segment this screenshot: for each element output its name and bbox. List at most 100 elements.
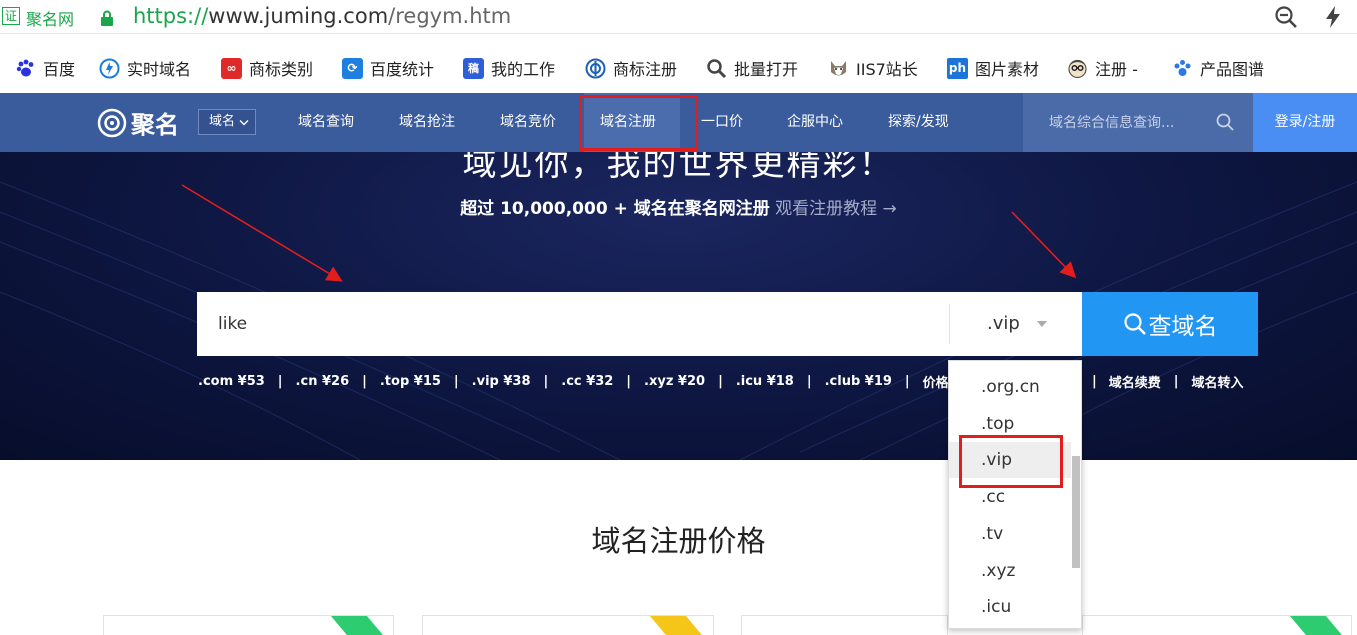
tld-dropdown: .org.cn .top .vip .cc .tv .xyz .icu: [948, 360, 1082, 629]
tld-option[interactable]: .tv: [949, 516, 1071, 552]
hero-subtitle-stat: 超过 10,000,000 + 域名在聚名网注册: [460, 199, 770, 219]
tld-option[interactable]: .cc: [949, 479, 1071, 515]
glasses-face-icon: [1068, 59, 1087, 78]
nav-domain-snatch[interactable]: 域名抢注: [399, 93, 455, 152]
nav-search: [1023, 93, 1253, 152]
bookmark-register[interactable]: 注册 -: [1067, 56, 1138, 80]
price-card[interactable]: [103, 615, 394, 635]
bookmark-baidu[interactable]: 百度: [15, 56, 75, 80]
lightning-icon[interactable]: [1323, 5, 1343, 29]
search-icon: [1123, 313, 1146, 335]
tld-price-list: .com ¥53 | .cn ¥26 | .top ¥15 | .vip ¥38 | .…: [198, 373, 962, 391]
bookmark-label: 百度: [43, 60, 76, 79]
domain-renew-link[interactable]: 域名续费: [1109, 372, 1161, 391]
search-domain-button[interactable]: 查域名: [1082, 292, 1258, 356]
tld-option[interactable]: .xyz: [949, 553, 1071, 589]
search-type-value: 域名: [209, 114, 236, 129]
tld-option[interactable]: .org.cn: [949, 369, 1071, 405]
tld-price-link[interactable]: .cc ¥32: [561, 374, 613, 389]
bookmark-product-map[interactable]: 产品图谱: [1172, 56, 1264, 80]
tld-select-value: .vip: [987, 313, 1020, 334]
url-scheme: https://: [133, 4, 209, 28]
url-path: /regym.htm: [388, 4, 512, 28]
bookmark-label: 商标注册: [613, 60, 678, 79]
nav-domain-register[interactable]: 域名注册: [584, 93, 680, 152]
magnifier-icon: [707, 58, 727, 78]
price-card[interactable]: [741, 615, 948, 635]
chevron-down-icon: [239, 120, 249, 126]
search-type-select[interactable]: 域名: [198, 109, 256, 135]
bookmark-batch-open[interactable]: 批量打开: [706, 56, 798, 80]
browser-address-bar: 证 聚名网 https://www.juming.com/regym.htm: [0, 0, 1357, 34]
bookmark-label: 百度统计: [370, 60, 435, 79]
tld-price-link[interactable]: .vip ¥38: [472, 374, 531, 389]
bookmark-label: 图片素材: [975, 60, 1040, 79]
tld-price-link[interactable]: .xyz ¥20: [644, 374, 705, 389]
section-title: 域名注册价格: [591, 524, 766, 558]
url-field[interactable]: https://www.juming.com/regym.htm: [133, 4, 511, 28]
domain-search-input[interactable]: [197, 292, 949, 356]
nav-enterprise-service[interactable]: 企服中心: [787, 93, 843, 152]
caret-down-icon: [1037, 321, 1047, 327]
juming-logo[interactable]: 聚名: [97, 105, 179, 140]
tld-option[interactable]: .top: [949, 406, 1071, 442]
trademark-category-icon: ∞: [221, 57, 242, 79]
ribbon-badge: [319, 616, 389, 635]
hero-banner: 域见你，我的世界更精彩！ 超过 10,000,000 + 域名在聚名网注册 观看…: [0, 152, 1357, 460]
dropdown-scrollbar[interactable]: [1072, 456, 1080, 568]
bookmark-trademark-category[interactable]: ∞ 商标类别: [221, 56, 313, 80]
login-register-button[interactable]: 登录/注册: [1253, 93, 1357, 152]
bookmark-my-work[interactable]: 稿 我的工作: [463, 56, 555, 80]
bookmark-label: 批量打开: [734, 60, 799, 79]
domain-transfer-link[interactable]: 域名转入: [1192, 372, 1244, 391]
tutorial-link[interactable]: 观看注册教程 →: [775, 199, 897, 219]
ribbon-badge: [1278, 616, 1348, 635]
search-icon[interactable]: [1215, 112, 1235, 132]
zoom-out-icon[interactable]: [1274, 5, 1298, 29]
bookmark-baidu-stats[interactable]: ⟳ 百度统计: [342, 56, 434, 80]
extra-links: | 域名续费 | 域名转入: [1092, 372, 1244, 391]
hero-subtitle: 超过 10,000,000 + 域名在聚名网注册 观看注册教程 →: [0, 194, 1357, 219]
bookmarks-bar: 百度 实时域名 ∞ 商标类别 ⟳ 百度统计 稿 我的工作 商标注册 批量打开 I…: [0, 34, 1357, 93]
bookmark-realtime-domain[interactable]: 实时域名: [99, 56, 191, 80]
bookmark-label: 实时域名: [127, 60, 192, 79]
nav-fixed-price[interactable]: 一口价: [701, 93, 743, 152]
bookmark-label: IIS7站长: [856, 60, 918, 79]
certificate-badge[interactable]: 证: [2, 7, 20, 25]
tld-option[interactable]: .icu: [949, 589, 1071, 625]
tld-price-link[interactable]: .club ¥19: [825, 374, 892, 389]
nav-explore[interactable]: 探索/发现: [888, 93, 949, 152]
juming-logo-icon: [97, 108, 127, 137]
bookmark-iis7[interactable]: IIS7站长: [828, 56, 918, 80]
bookmark-image-assets[interactable]: ph 图片素材: [947, 56, 1039, 80]
bookmark-label: 产品图谱: [1200, 60, 1265, 79]
bookmark-label: 商标类别: [249, 60, 314, 79]
tld-price-link[interactable]: .top ¥15: [380, 374, 441, 389]
bookmark-label: 注册 -: [1095, 60, 1138, 79]
tld-select[interactable]: .vip: [950, 292, 1082, 356]
url-host: www.juming.com: [208, 4, 389, 28]
nav-domain-auction[interactable]: 域名竞价: [500, 93, 556, 152]
price-card[interactable]: [422, 615, 714, 635]
domain-search-box: .vip: [197, 292, 1082, 356]
bookmark-trademark-register[interactable]: 商标注册: [585, 56, 677, 80]
tld-price-link[interactable]: .cn ¥26: [296, 374, 350, 389]
lock-icon[interactable]: [100, 10, 114, 26]
realtime-domain-icon: [99, 58, 120, 78]
tld-option-highlighted[interactable]: .vip: [949, 442, 1071, 478]
baidu-stats-icon: ⟳: [342, 57, 363, 79]
hero-title: 域见你，我的世界更精彩！: [462, 152, 895, 184]
search-button-label: 查域名: [1148, 314, 1218, 340]
ph-icon: ph: [947, 57, 968, 79]
bookmark-label: 我的工作: [491, 60, 556, 79]
site-identity-label[interactable]: 聚名网: [26, 6, 74, 30]
price-card[interactable]: [1082, 615, 1352, 635]
my-work-icon: 稿: [463, 57, 484, 79]
site-nav: 聚名 域名 域名查询 域名抢注 域名竞价 域名注册 一口价 企服中心 探索/发现…: [0, 93, 1357, 152]
nav-domain-search[interactable]: 域名查询: [298, 93, 354, 152]
ribbon-badge: [638, 616, 708, 635]
tld-price-link[interactable]: .icu ¥18: [736, 374, 794, 389]
nav-search-input[interactable]: [1023, 93, 1213, 152]
paw-dots-icon: [1174, 59, 1191, 76]
tld-price-link[interactable]: .com ¥53: [198, 374, 265, 389]
